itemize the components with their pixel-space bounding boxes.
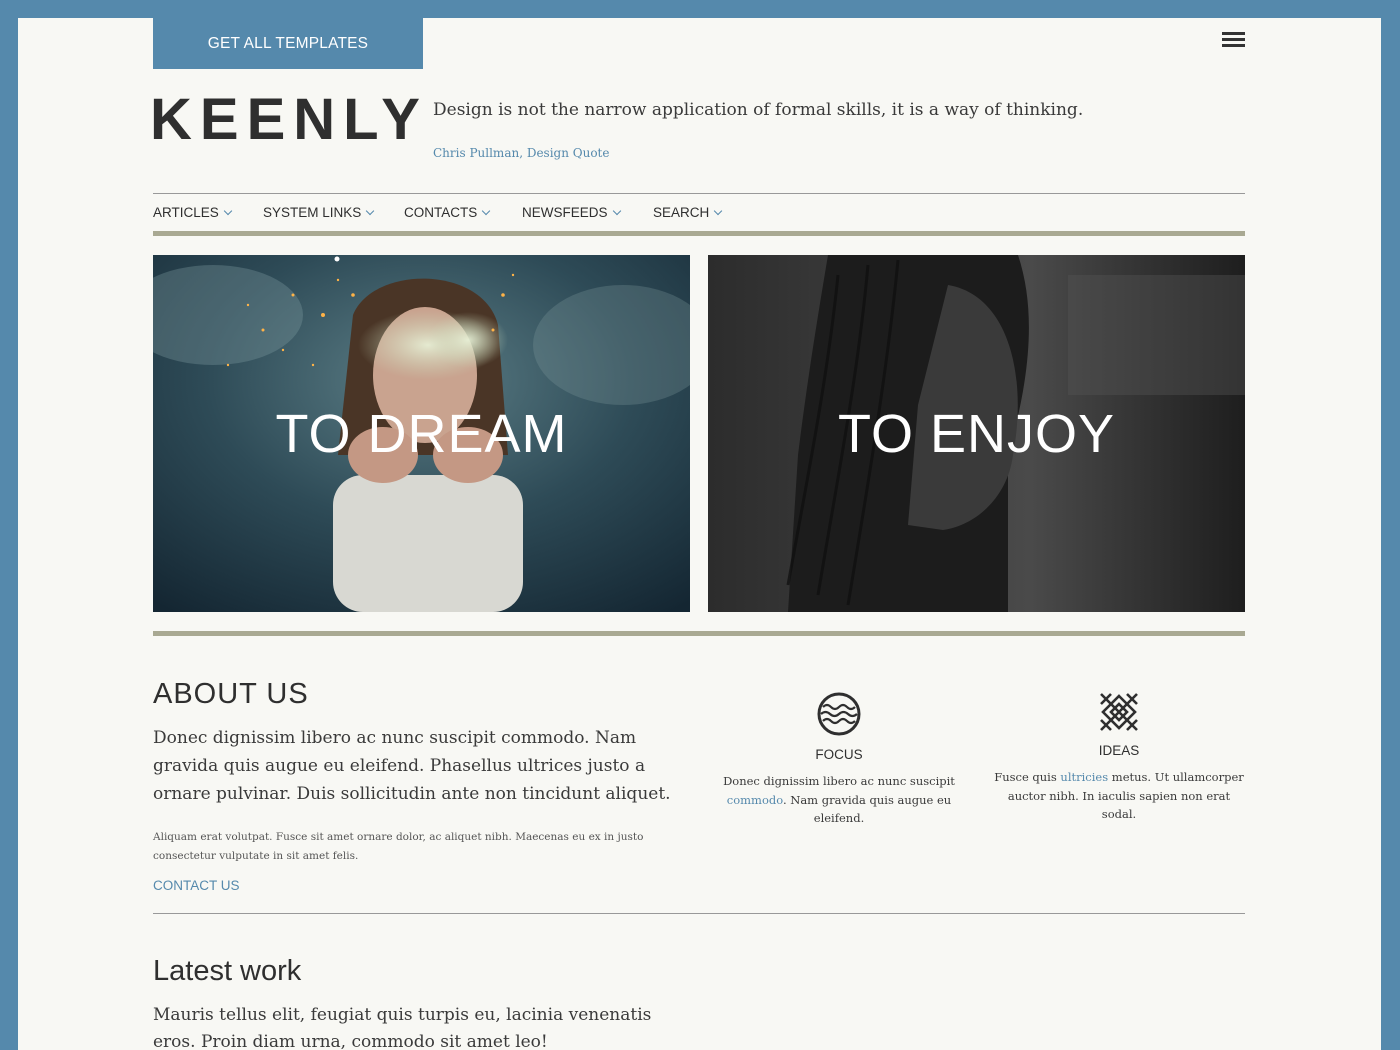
- chevron-down-icon: [223, 206, 233, 216]
- contact-us-link[interactable]: CONTACT US: [153, 878, 240, 893]
- feature-text: Donec dignissim libero ac nunc suscipit …: [723, 774, 955, 825]
- hero-title: TO ENJOY: [837, 404, 1116, 464]
- hero-title: TO DREAM: [275, 404, 568, 464]
- lattice-pattern-icon: [1100, 693, 1138, 731]
- divider: [153, 913, 1245, 914]
- chevron-down-icon: [482, 206, 491, 216]
- feature-link[interactable]: ultricies: [1060, 770, 1108, 784]
- feature-text: Fusce quis ultricies metus. Ut ullamcorp…: [994, 770, 1244, 821]
- nav-item-articles[interactable]: ARTICLES: [153, 205, 233, 220]
- header-quote: Design is not the narrow application of …: [433, 100, 1084, 120]
- nav-item-contacts[interactable]: CONTACTS: [404, 205, 491, 220]
- chevron-down-icon: [714, 206, 723, 216]
- feature-title: FOCUS: [815, 747, 863, 762]
- nav-item-search[interactable]: SEARCH: [653, 205, 723, 220]
- page: GET ALL TEMPLATES KEENLY Design is not t…: [18, 18, 1381, 1050]
- nav-item-label: SEARCH: [653, 205, 710, 220]
- hero-card-enjoy[interactable]: TO ENJOY: [708, 255, 1245, 612]
- latest-work-lead-text: Mauris tellus elit, feugiat quis turpis …: [153, 1005, 652, 1050]
- chevron-down-icon: [612, 206, 621, 216]
- nav-item-newsfeeds[interactable]: NEWSFEEDS: [522, 205, 621, 220]
- latest-work-heading: Latest work: [153, 955, 302, 987]
- nav-item-label: SYSTEM LINKS: [263, 205, 362, 220]
- nav-item-label: ARTICLES: [153, 205, 219, 220]
- about-small-text: Aliquam erat volutpat. Fusce sit amet or…: [153, 831, 644, 862]
- nav-item-system-links[interactable]: SYSTEM LINKS: [263, 205, 375, 220]
- nav-item-label: CONTACTS: [404, 205, 478, 220]
- hero-card-dream[interactable]: TO DREAM: [153, 255, 690, 612]
- feature-title: IDEAS: [1098, 743, 1140, 758]
- get-all-templates-button[interactable]: GET ALL TEMPLATES: [153, 18, 423, 69]
- divider: [153, 231, 1245, 236]
- about-lead-text: Donec dignissim libero ac nunc suscipit …: [153, 728, 671, 804]
- quote-author-link[interactable]: Chris Pullman, Design Quote: [433, 146, 609, 160]
- feature-ideas: IDEAS Fusce quis ultricies metus. Ut ull…: [994, 692, 1244, 824]
- main-nav: ARTICLES SYSTEM LINKS CONTACTS NEWSFEEDS…: [153, 193, 1245, 232]
- divider: [153, 631, 1245, 636]
- nav-item-label: NEWSFEEDS: [522, 205, 608, 220]
- about-heading: ABOUT US: [153, 678, 309, 710]
- feature-link[interactable]: commodo: [727, 793, 783, 807]
- feature-focus: FOCUS Donec dignissim libero ac nunc sus…: [714, 692, 964, 828]
- site-logo[interactable]: KEENLY: [150, 88, 428, 152]
- waves-circle-icon: [817, 692, 861, 736]
- chevron-down-icon: [366, 206, 375, 216]
- menu-icon[interactable]: [1222, 32, 1245, 48]
